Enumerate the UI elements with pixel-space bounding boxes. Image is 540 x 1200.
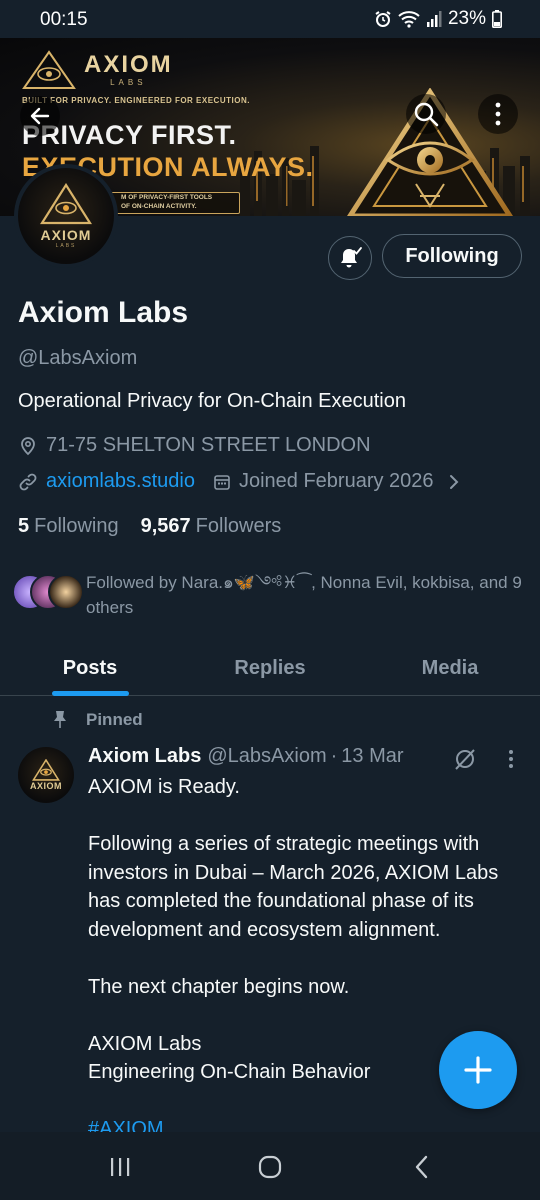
joined-date: Joined February 2026 [238,470,434,492]
profile-avatar[interactable]: AXIOM LABS [14,164,118,268]
status-bar: 00:15 23% [0,0,540,38]
home-circle-icon [258,1155,282,1179]
profile-location: 71-75 SHELTON STREET LONDON [18,434,371,457]
post-spacer [88,944,528,973]
avatar-brand-name: AXIOM [40,227,92,243]
more-vertical-icon [495,102,501,126]
axiom-eye-logo-icon [40,183,92,225]
pinned-label: Pinned [52,710,143,730]
calendar-icon [214,474,230,490]
axiom-eye-logo-icon [32,759,60,781]
post-paragraph: The next chapter begins now. [88,975,350,998]
following-count: 5 [18,515,30,537]
signal-icon [426,11,442,27]
banner-cta-line-1: M OF PRIVACY-FIRST TOOLS [121,194,213,201]
notifications-button[interactable] [328,236,372,280]
post-handle: @LabsAxiom [207,745,327,767]
active-tab-indicator [52,691,129,696]
system-navigation-bar [0,1132,540,1200]
profile-handle: @LabsAxiom [18,347,138,369]
pinned-text: Pinned [86,710,143,729]
profile-name: Axiom Labs [18,296,189,329]
post-paragraph: AXIOM is Ready. [88,776,240,798]
profile-stats: 5 Following 9,567 Followers [18,515,281,538]
arrow-left-icon [30,107,50,125]
following-count-link[interactable]: 5 Following [18,515,119,538]
post-spacer [88,1001,528,1030]
followers-count: 9,567 [140,515,191,537]
post-separator: · [330,745,338,767]
followers-count-link[interactable]: 9,567 Followers [141,515,282,538]
location-pin-icon [21,436,35,455]
tab-replies[interactable]: Replies [200,640,340,696]
followers-label: Followers [195,515,282,537]
recents-button[interactable] [100,1154,140,1180]
post-author[interactable]: Axiom Labs [88,745,201,768]
avatar-brand-sub: LABS [55,243,77,249]
battery-percent: 23% [447,8,486,29]
post-paragraph: Following a series of strategic meetings… [88,833,499,941]
back-button[interactable] [20,96,60,136]
system-back-button[interactable] [402,1154,442,1180]
chevron-left-icon [415,1155,428,1179]
profile-bio: Operational Privacy for On-Chain Executi… [18,390,406,412]
status-icons: 23% [374,8,502,30]
followed-by-text: Followed by Nara.๑🦋༺♓︎⁀, Nonna Evil, kok… [86,573,522,617]
recents-icon [111,1158,130,1176]
post-avatar-brand: AXIOM [29,781,62,791]
profile-meta-links: axiomlabs.studio Joined February 2026 [18,470,468,493]
website-link[interactable]: axiomlabs.studio [46,470,195,493]
banner-cta-box: M OF PRIVACY-FIRST TOOLS OF ON-CHAIN ACT… [110,192,240,214]
post-avatar[interactable]: AXIOM [18,747,74,803]
search-button[interactable] [406,94,446,134]
chevron-right-icon[interactable] [448,473,460,491]
post-header: Axiom Labs @LabsAxiom · 13 Mar [88,745,404,768]
following-label: Following [34,515,119,537]
profile-tabs: Posts Replies Media [0,640,540,696]
banner-logo: AXIOM LABS [22,50,173,90]
banner-cta-line-2: OF ON-CHAIN ACTIVITY. [121,203,197,210]
banner-logo-sub: LABS [110,78,147,87]
link-icon [19,473,37,490]
search-icon [414,102,439,127]
banner-logo-name: AXIOM [84,51,173,78]
tab-media[interactable]: Media [385,640,515,696]
following-button[interactable]: Following [382,234,522,278]
tab-posts[interactable]: Posts [30,640,150,696]
bell-check-icon [341,247,362,268]
post-date: 13 Mar [341,745,404,767]
pin-icon [54,711,66,728]
more-options-button[interactable] [478,94,518,134]
compose-post-button[interactable] [439,1031,517,1109]
home-button[interactable] [250,1154,290,1180]
plus-icon [464,1056,492,1084]
grok-icon[interactable] [452,746,478,772]
status-time: 00:15 [40,9,88,30]
battery-icon [492,10,502,28]
avatar [48,574,84,610]
wifi-icon [398,11,420,28]
post-spacer [88,802,528,831]
followed-by-avatars [12,574,84,610]
location-text: 71-75 SHELTON STREET LONDON [46,434,371,456]
axiom-eye-logo-icon [22,50,76,89]
alarm-icon [375,11,391,27]
post-more-icon[interactable] [502,748,520,770]
